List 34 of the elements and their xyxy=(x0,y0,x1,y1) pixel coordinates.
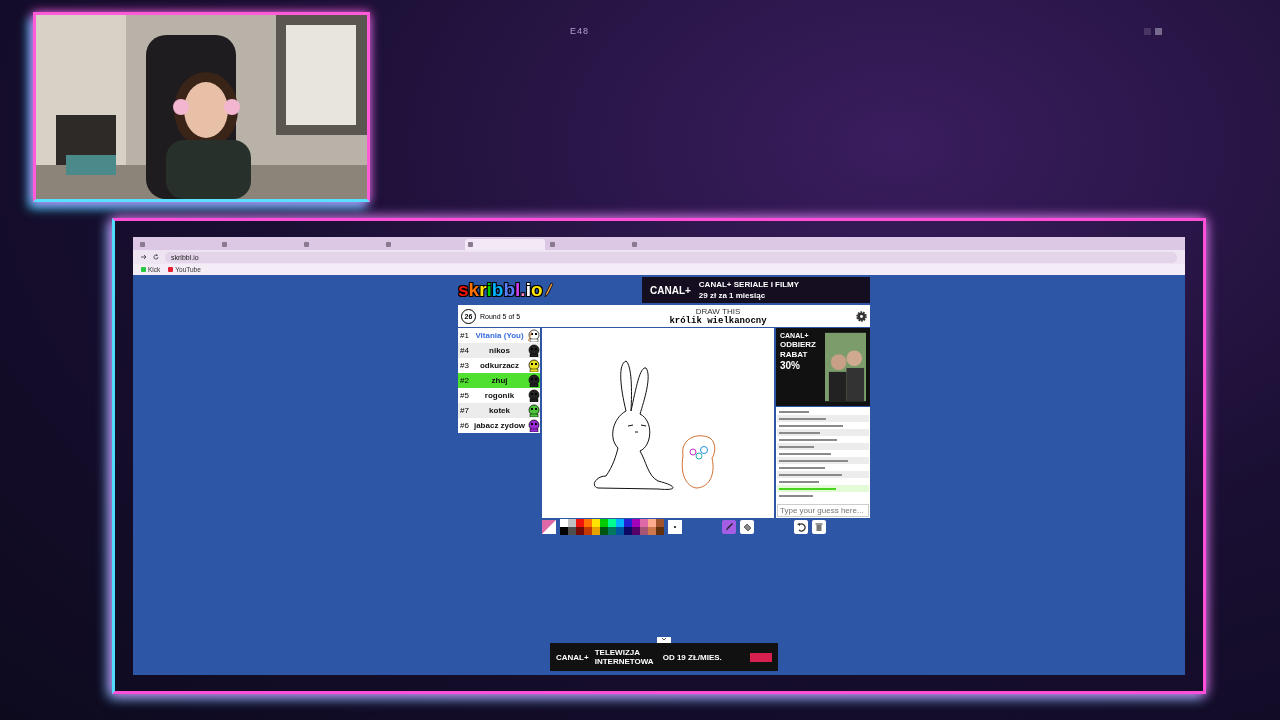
settings-icon[interactable] xyxy=(856,310,867,322)
player-name: jabacz zydow xyxy=(472,421,527,430)
overlay-label: E48 xyxy=(570,26,589,36)
color-preview-icon[interactable] xyxy=(542,520,556,534)
guess-field[interactable]: Type your guess here... xyxy=(777,504,869,517)
chevron-down-icon[interactable] xyxy=(657,637,671,643)
player-rank: #5 xyxy=(460,391,470,400)
pencil-icon xyxy=(543,282,553,298)
player-name: Vitania (You) xyxy=(474,331,525,340)
reload-icon[interactable] xyxy=(153,254,159,260)
player-name: rogonik xyxy=(483,391,516,400)
player-rank: #6 xyxy=(460,421,470,430)
player-rank: #2 xyxy=(460,376,470,385)
player-rank: #1 xyxy=(460,331,470,340)
square-icon xyxy=(1155,28,1162,35)
arrow-right-icon[interactable] xyxy=(141,254,147,260)
color-palette[interactable] xyxy=(560,519,664,535)
undo-button[interactable] xyxy=(794,520,808,534)
logo: skribbl.io xyxy=(458,279,543,301)
pencil-button[interactable] xyxy=(722,520,736,534)
hint-label: DRAW THIS xyxy=(695,306,741,316)
player-name: kotek xyxy=(488,406,511,415)
player-name: zhuj xyxy=(490,376,509,385)
player-name: odkurzacz xyxy=(478,361,521,370)
advert-button[interactable] xyxy=(750,652,772,662)
browser-tab[interactable] xyxy=(465,239,545,250)
square-icon xyxy=(1144,28,1151,35)
player-name: nikos xyxy=(488,346,511,355)
player-rank: #7 xyxy=(460,406,470,415)
word-label: królik wielkanocny xyxy=(669,315,767,326)
pencil-icon xyxy=(724,522,734,532)
player-rank: #4 xyxy=(460,346,470,355)
player-rank: #3 xyxy=(460,361,470,370)
trash-button[interactable] xyxy=(812,520,826,534)
